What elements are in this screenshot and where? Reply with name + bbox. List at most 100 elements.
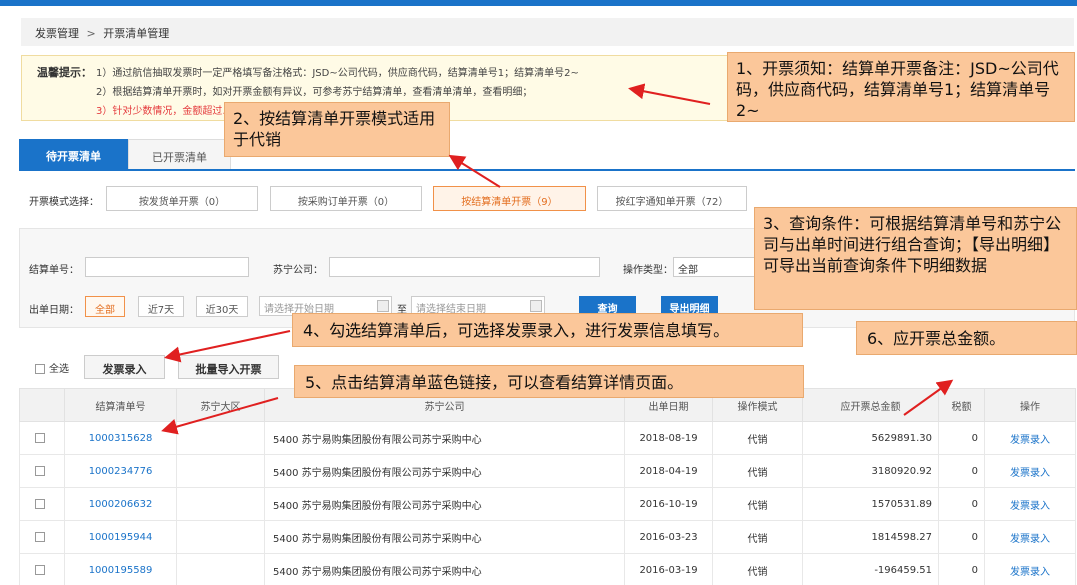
notice-label: 温馨提示： — [37, 66, 92, 79]
amount-cell: 3180920.92 — [802, 454, 939, 488]
region-cell — [176, 421, 265, 455]
breadcrumb: 发票管理 > 开票清单管理 — [21, 18, 1074, 46]
mode-by-delivery-button[interactable]: 按发货单开票（0） — [106, 186, 258, 211]
notice-line-2: 2）根据结算清单开票时，如对开票金额有异议，可参考苏宁结算清单，查看清单清单，查… — [96, 87, 533, 98]
company-cell: 5400 苏宁易购集团股份有限公司苏宁采购中心 — [264, 421, 625, 455]
settlement-no-input[interactable] — [85, 257, 249, 277]
date-30days-button[interactable]: 近30天 — [196, 296, 248, 317]
callout-blue-link: 5、点击结算清单蓝色链接，可以查看结算详情页面。 — [294, 365, 804, 398]
mode-cell: 代销 — [712, 520, 803, 554]
row-checkbox[interactable] — [35, 432, 45, 443]
row-checkbox-cell[interactable] — [19, 454, 65, 488]
invoice-entry-button[interactable]: 发票录入 — [84, 355, 165, 379]
table-row: 1000195589 5400 苏宁易购集团股份有限公司苏宁采购中心 2016-… — [19, 553, 1076, 585]
mode-by-settlement-button[interactable]: 按结算清单开票（9） — [433, 186, 586, 211]
tax-cell: 0 — [938, 454, 985, 488]
top-accent-bar — [0, 0, 1077, 6]
header-select — [19, 388, 65, 422]
table-row: 1000234776 5400 苏宁易购集团股份有限公司苏宁采购中心 2018-… — [19, 454, 1076, 488]
callout-query-conditions: 3、查询条件：可根据结算清单号和苏宁公司与出单时间进行组合查询；【导出明细】可导… — [754, 207, 1077, 310]
tab-bar: 待开票清单 已开票清单 — [19, 139, 1075, 171]
company-cell: 5400 苏宁易购集团股份有限公司苏宁采购中心 — [264, 553, 625, 585]
mode-cell: 代销 — [712, 454, 803, 488]
date-cell: 2018-04-19 — [624, 454, 713, 488]
amount-cell: 5629891.30 — [802, 421, 939, 455]
mode-by-red-notice-button[interactable]: 按红字通知单开票（72） — [597, 186, 747, 211]
invoice-entry-link[interactable]: 发票录入 — [984, 487, 1076, 521]
settlement-no-link[interactable]: 1000195944 — [64, 520, 177, 554]
date-cell: 2016-03-19 — [624, 553, 713, 585]
tax-cell: 0 — [938, 520, 985, 554]
op-type-select[interactable]: 全部 — [673, 257, 763, 277]
amount-cell: -196459.51 — [802, 553, 939, 585]
settlement-no-link[interactable]: 1000315628 — [64, 421, 177, 455]
mode-cell: 代销 — [712, 487, 803, 521]
company-cell: 5400 苏宁易购集团股份有限公司苏宁采购中心 — [264, 454, 625, 488]
row-checkbox-cell[interactable] — [19, 421, 65, 455]
date-cell: 2016-10-19 — [624, 487, 713, 521]
tax-cell: 0 — [938, 487, 985, 521]
region-cell — [176, 520, 265, 554]
region-cell — [176, 454, 265, 488]
row-checkbox-cell[interactable] — [19, 487, 65, 521]
callout-select-and-entry: 4、勾选结算清单后，可选择发票录入，进行发票信息填写。 — [292, 313, 803, 347]
tax-cell: 0 — [938, 553, 985, 585]
row-checkbox-cell[interactable] — [19, 553, 65, 585]
company-cell: 5400 苏宁易购集团股份有限公司苏宁采购中心 — [264, 487, 625, 521]
settlement-no-link[interactable]: 1000206632 — [64, 487, 177, 521]
calendar-icon[interactable] — [530, 300, 542, 312]
amount-cell: 1814598.27 — [802, 520, 939, 554]
calendar-icon[interactable] — [377, 300, 389, 312]
invoice-entry-link[interactable]: 发票录入 — [984, 553, 1076, 585]
tax-cell: 0 — [938, 421, 985, 455]
mode-cell: 代销 — [712, 421, 803, 455]
date-7days-button[interactable]: 近7天 — [138, 296, 184, 317]
header-settlement-no: 结算清单号 — [64, 388, 177, 422]
notice-line-1: 1）通过航信抽取发票时一定严格填写备注格式：JSD~公司代码，供应商代码，结算清… — [96, 68, 579, 79]
company-label: 苏宁公司： — [273, 265, 323, 276]
row-checkbox[interactable] — [35, 498, 45, 509]
row-checkbox-cell[interactable] — [19, 520, 65, 554]
header-operation: 操作 — [984, 388, 1076, 422]
row-checkbox[interactable] — [35, 564, 45, 575]
mode-by-purchase-order-button[interactable]: 按采购订单开票（0） — [270, 186, 422, 211]
company-cell: 5400 苏宁易购集团股份有限公司苏宁采购中心 — [264, 520, 625, 554]
header-amount: 应开票总金额 — [802, 388, 939, 422]
op-type-label: 操作类型： — [623, 265, 673, 276]
amount-cell: 1570531.89 — [802, 487, 939, 521]
date-cell: 2016-03-23 — [624, 520, 713, 554]
settlement-table: 结算清单号 苏宁大区 苏宁公司 出单日期 操作模式 应开票总金额 税额 操作 1… — [19, 388, 1076, 585]
tab-pending-invoices[interactable]: 待开票清单 — [19, 139, 128, 169]
mode-cell: 代销 — [712, 553, 803, 585]
invoice-entry-link[interactable]: 发票录入 — [984, 421, 1076, 455]
mode-label: 开票模式选择： — [29, 197, 99, 208]
select-all[interactable]: 全选 — [35, 360, 69, 375]
invoice-entry-link[interactable]: 发票录入 — [984, 520, 1076, 554]
row-checkbox[interactable] — [35, 465, 45, 476]
invoice-entry-link[interactable]: 发票录入 — [984, 454, 1076, 488]
date-all-button[interactable]: 全部 — [85, 296, 125, 317]
company-input[interactable] — [329, 257, 600, 277]
row-checkbox[interactable] — [35, 531, 45, 542]
select-all-label: 全选 — [49, 364, 69, 375]
date-cell: 2018-08-19 — [624, 421, 713, 455]
arrow-to-select-all — [164, 330, 291, 363]
settlement-no-link[interactable]: 1000234776 — [64, 454, 177, 488]
callout-settlement-mode: 2、按结算清单开票模式适用于代销 — [224, 102, 450, 157]
select-all-checkbox[interactable] — [35, 364, 45, 374]
settlement-no-label: 结算单号： — [29, 265, 79, 276]
breadcrumb-root[interactable]: 发票管理 — [35, 27, 79, 40]
date-label: 出单日期： — [29, 305, 79, 316]
region-cell — [176, 553, 265, 585]
header-region: 苏宁大区 — [176, 388, 265, 422]
callout-invoice-notes: 1、开票须知：结算单开票备注：JSD~公司代码，供应商代码，结算清单号1；结算清… — [727, 52, 1075, 122]
settlement-no-link[interactable]: 1000195589 — [64, 553, 177, 585]
region-cell — [176, 487, 265, 521]
tab-invoiced[interactable]: 已开票清单 — [128, 139, 231, 169]
batch-import-button[interactable]: 批量导入开票 — [178, 355, 279, 379]
breadcrumb-separator: > — [86, 27, 96, 40]
callout-total-amount: 6、应开票总金额。 — [856, 321, 1077, 355]
table-row: 1000195944 5400 苏宁易购集团股份有限公司苏宁采购中心 2016-… — [19, 520, 1076, 554]
breadcrumb-current: 开票清单管理 — [103, 27, 170, 40]
table-row: 1000315628 5400 苏宁易购集团股份有限公司苏宁采购中心 2018-… — [19, 421, 1076, 455]
